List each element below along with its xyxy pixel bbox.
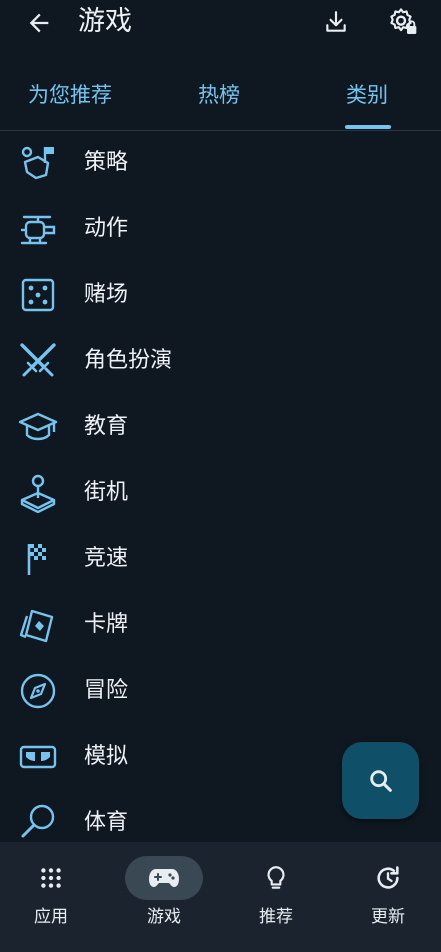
category-item-role-playing[interactable]: 角色扮演 bbox=[0, 329, 441, 395]
search-icon bbox=[369, 769, 392, 792]
nav-label: 游戏 bbox=[147, 907, 181, 927]
nav-recommended-indicator bbox=[237, 856, 315, 900]
category-label: 模拟 bbox=[84, 744, 129, 769]
category-item-arcade[interactable]: 街机 bbox=[0, 461, 441, 527]
apps-grid-icon bbox=[41, 868, 61, 888]
category-item-strategy[interactable]: 策略 bbox=[0, 131, 441, 197]
settings-gear-icon bbox=[390, 8, 417, 34]
joystick-icon bbox=[20, 474, 56, 513]
search-button[interactable] bbox=[342, 742, 419, 819]
nav-updates-indicator bbox=[349, 856, 427, 900]
category-item-action[interactable]: 动作 bbox=[0, 197, 441, 263]
active-tab-indicator bbox=[345, 125, 391, 129]
cards-icon bbox=[19, 609, 54, 643]
download-button[interactable] bbox=[318, 4, 354, 40]
settings-button[interactable] bbox=[385, 4, 421, 40]
nav-label: 应用 bbox=[34, 907, 68, 927]
category-label: 街机 bbox=[84, 480, 129, 505]
nav-games-indicator bbox=[125, 856, 203, 900]
category-item-racing[interactable]: 竞速 bbox=[0, 527, 441, 593]
nav-label: 推荐 bbox=[259, 907, 293, 927]
category-label: 动作 bbox=[84, 216, 129, 241]
bottom-navigation: 应用 游戏 推荐 更新 bbox=[0, 842, 441, 952]
tab-categories[interactable]: 类别 bbox=[346, 80, 388, 110]
gamepad-icon bbox=[149, 869, 179, 887]
category-label: 体育 bbox=[84, 810, 129, 835]
tab-top-charts[interactable]: 热榜 bbox=[198, 80, 240, 110]
category-label: 竞速 bbox=[84, 546, 129, 571]
racket-icon bbox=[21, 804, 55, 838]
helicopter-icon bbox=[20, 215, 56, 245]
nav-apps[interactable]: 应用 bbox=[0, 842, 107, 952]
category-label: 角色扮演 bbox=[84, 348, 173, 373]
tab-recommended[interactable]: 为您推荐 bbox=[28, 80, 112, 110]
nav-games[interactable]: 游戏 bbox=[110, 842, 220, 952]
checkered-flag-icon bbox=[27, 544, 46, 575]
update-icon bbox=[377, 866, 399, 889]
top-app-bar: 游戏 bbox=[0, 0, 441, 62]
strategy-flag-icon bbox=[21, 146, 54, 180]
nav-label: 更新 bbox=[371, 907, 405, 927]
category-label: 赌场 bbox=[84, 282, 129, 307]
nav-updates[interactable]: 更新 bbox=[334, 842, 441, 952]
category-list: 策略 动作 赌场 角色扮演 教育 街机 竞速 卡牌 冒险 模拟 体育 bbox=[0, 131, 441, 841]
nav-recommended[interactable]: 推荐 bbox=[222, 842, 332, 952]
category-item-adventure[interactable]: 冒险 bbox=[0, 659, 441, 725]
lightbulb-icon bbox=[267, 866, 285, 889]
category-item-casino[interactable]: 赌场 bbox=[0, 263, 441, 329]
category-item-card[interactable]: 卡牌 bbox=[0, 593, 441, 659]
tab-bar: 为您推荐 热榜 类别 bbox=[0, 62, 441, 131]
crossed-swords-icon bbox=[20, 343, 56, 377]
page-title: 游戏 bbox=[78, 6, 132, 37]
back-button[interactable] bbox=[22, 6, 56, 40]
graduation-cap-icon bbox=[18, 412, 58, 441]
vr-headset-icon bbox=[19, 745, 57, 769]
category-label: 策略 bbox=[84, 150, 129, 175]
download-icon bbox=[326, 11, 346, 32]
arrow-left-icon bbox=[29, 13, 49, 33]
category-item-education[interactable]: 教育 bbox=[0, 395, 441, 461]
compass-icon bbox=[20, 673, 56, 709]
category-label: 教育 bbox=[84, 414, 129, 439]
dice-icon bbox=[21, 278, 55, 312]
category-label: 卡牌 bbox=[84, 612, 129, 637]
category-label: 冒险 bbox=[84, 678, 129, 703]
nav-apps-indicator bbox=[12, 856, 90, 900]
